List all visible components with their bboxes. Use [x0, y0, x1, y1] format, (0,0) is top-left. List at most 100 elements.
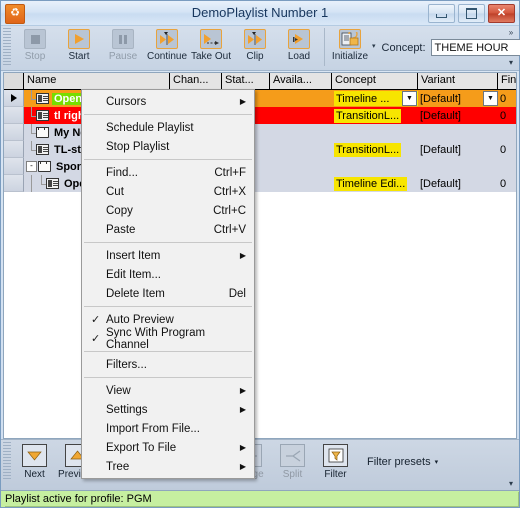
filter-button[interactable]: Filter — [314, 440, 357, 486]
row-gutter[interactable] — [4, 175, 24, 192]
cell-finished[interactable]: 0 — [498, 175, 516, 192]
toolbar-grip[interactable] — [3, 28, 11, 66]
menu-separator — [84, 306, 252, 307]
cell-available[interactable] — [270, 175, 332, 192]
bottom-scroll-down-icon[interactable]: ▾ — [509, 480, 513, 488]
filter-presets-button[interactable]: Filter presets ▾ — [367, 456, 438, 468]
menu-item-tree[interactable]: Tree ▶ — [82, 457, 254, 476]
cell-concept[interactable]: Timeline Edi... — [332, 175, 418, 192]
tree-line — [26, 107, 37, 124]
concept-cell-combobox[interactable]: Timeline ... ▼ — [334, 91, 418, 106]
stop-button-label: Stop — [24, 51, 46, 62]
column-header-name[interactable]: Name — [24, 73, 170, 90]
close-button[interactable]: ✕ — [488, 4, 515, 23]
continue-button[interactable]: Continue — [145, 26, 189, 68]
cell-variant[interactable]: [Default] ▼ — [418, 90, 498, 107]
menu-item-label: Sync With Program Channel — [106, 326, 206, 351]
column-header-concept[interactable]: Concept — [332, 73, 418, 90]
bottom-toolbar: Next Previous Cursor — [1, 439, 519, 490]
menu-item-stop-playlist[interactable]: Stop Playlist — [82, 137, 254, 156]
menu-item-sync-with-program-channel[interactable]: ✓ Sync With Program Channel — [82, 326, 254, 351]
cell-available[interactable] — [270, 158, 332, 175]
start-button[interactable]: Start — [57, 26, 101, 68]
minimize-icon — [436, 14, 447, 18]
menu-item-delete-item[interactable]: Delete Item Del — [82, 284, 254, 303]
menu-item-edit-item[interactable]: Edit Item... — [82, 265, 254, 284]
concept-selector: Concept: THEME HOUR ▼ — [382, 39, 520, 56]
pause-button[interactable]: Pause — [101, 26, 145, 68]
row-gutter[interactable] — [4, 141, 24, 158]
next-button[interactable]: Next — [13, 440, 56, 486]
menu-item-label: Delete Item — [106, 287, 165, 300]
column-header-available[interactable]: Availa... — [270, 73, 332, 90]
menu-item-shortcut: Ctrl+C — [213, 204, 246, 217]
cell-finished[interactable] — [498, 158, 516, 175]
row-gutter[interactable] — [4, 107, 24, 124]
stop-button[interactable]: Stop — [13, 26, 57, 68]
cell-concept[interactable]: TransitionL... — [332, 141, 418, 158]
variant-value: [Default] — [420, 92, 461, 105]
clip-button[interactable]: Clip — [233, 26, 277, 68]
cell-available[interactable] — [270, 107, 332, 124]
close-icon: ✕ — [496, 7, 507, 19]
concept-value: Timeline ... — [336, 92, 390, 105]
cell-finished[interactable]: 0 — [498, 141, 516, 158]
column-header-variant[interactable]: Variant — [418, 73, 498, 90]
take-out-button[interactable]: Take Out — [189, 26, 233, 68]
play-icon — [68, 29, 90, 49]
menu-item-schedule-playlist[interactable]: Schedule Playlist — [82, 118, 254, 137]
cell-variant[interactable]: [Default] — [418, 107, 498, 124]
row-gutter[interactable] — [4, 124, 24, 141]
menu-item-shortcut: Ctrl+X — [213, 185, 246, 198]
menu-item-copy[interactable]: Copy Ctrl+C — [82, 201, 254, 220]
cell-variant[interactable]: [Default] — [418, 175, 498, 192]
maximize-button[interactable] — [458, 4, 485, 23]
cell-variant[interactable]: [Default] — [418, 141, 498, 158]
transport-button-group: Stop Start Pause Continue Take Out Clip … — [13, 26, 372, 68]
initialize-button[interactable]: Initialize — [328, 26, 372, 68]
cell-available[interactable] — [270, 124, 332, 141]
context-menu: Cursors ▶ Schedule Playlist Stop Playlist Fi… — [81, 89, 255, 479]
chevron-down-icon[interactable]: ▼ — [402, 91, 417, 106]
cell-concept[interactable] — [332, 158, 418, 175]
menu-item-view[interactable]: View ▶ — [82, 381, 254, 400]
menu-item-settings[interactable]: Settings ▶ — [82, 400, 254, 419]
column-header-finished[interactable]: Finished — [498, 73, 516, 90]
load-button[interactable]: Load — [277, 26, 321, 68]
expand-chevron-icon[interactable]: » — [509, 29, 513, 37]
cell-variant[interactable] — [418, 124, 498, 141]
bottom-toolbar-grip[interactable] — [3, 442, 11, 480]
cell-variant[interactable] — [418, 158, 498, 175]
column-header-stat[interactable]: Stat... — [222, 73, 270, 90]
cell-concept[interactable]: TransitionL... — [332, 107, 418, 124]
cell-concept[interactable] — [332, 124, 418, 141]
minimize-button[interactable] — [428, 4, 455, 23]
cell-finished[interactable] — [498, 124, 516, 141]
tree-expander-toggle[interactable]: - — [26, 161, 37, 172]
menu-item-cursors[interactable]: Cursors ▶ — [82, 92, 254, 111]
menu-item-insert-item[interactable]: Insert Item ▶ — [82, 246, 254, 265]
menu-item-filters[interactable]: Filters... — [82, 355, 254, 374]
cell-finished[interactable]: 0 — [498, 90, 516, 107]
column-header-chan[interactable]: Chan... — [170, 73, 222, 90]
cell-available[interactable] — [270, 90, 332, 107]
cell-available[interactable] — [270, 141, 332, 158]
menu-item-import-from-file[interactable]: Import From File... — [82, 419, 254, 438]
split-button[interactable]: Split — [271, 440, 314, 486]
menu-separator — [84, 242, 252, 243]
tree-line — [26, 175, 36, 192]
row-gutter[interactable] — [4, 90, 24, 107]
row-gutter[interactable] — [4, 158, 24, 175]
menu-item-find[interactable]: Find... Ctrl+F — [82, 163, 254, 182]
cell-concept[interactable]: Timeline ... ▼ — [332, 90, 418, 107]
menu-item-paste[interactable]: Paste Ctrl+V — [82, 220, 254, 239]
chevron-down-icon[interactable]: ▼ — [483, 91, 498, 106]
toolbar-overflow-button[interactable]: ▾ — [372, 26, 376, 66]
menu-item-cut[interactable]: Cut Ctrl+X — [82, 182, 254, 201]
chevron-right-icon: ▶ — [239, 405, 246, 414]
chevron-right-icon: ▶ — [239, 386, 246, 395]
concept-value: TransitionL... — [334, 108, 402, 123]
cell-finished[interactable]: 0 — [498, 107, 516, 124]
menu-item-export-to-file[interactable]: Export To File ▶ — [82, 438, 254, 457]
toolbar-scroll-down-icon[interactable]: ▾ — [509, 59, 513, 67]
